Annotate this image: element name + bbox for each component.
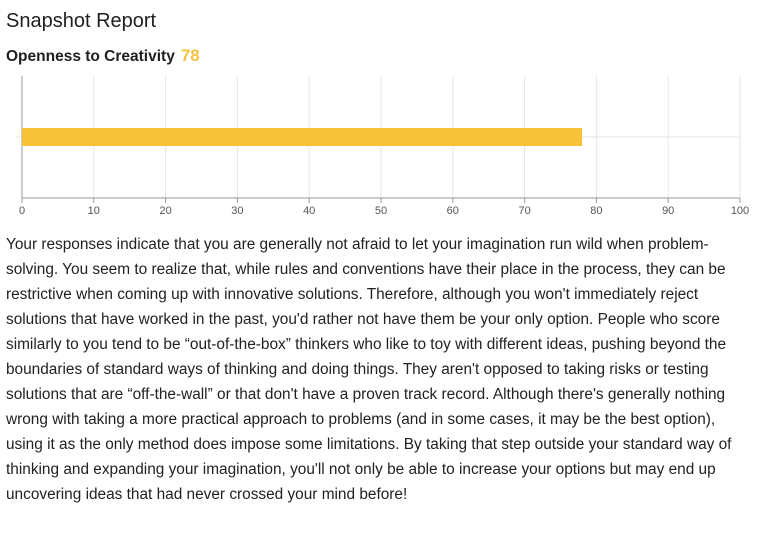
x-tick-label-20: 20 [159,205,171,217]
x-tick-label-50: 50 [375,205,387,217]
x-tick-label-40: 40 [303,205,315,217]
page-title: Snapshot Report [6,10,157,32]
x-tick-label-0: 0 [19,205,25,217]
score-bar-chart: 0 10 20 30 40 50 60 70 80 90 100 [0,70,758,220]
x-tick-label-70: 70 [518,205,530,217]
score-description: Your responses indicate that you are gen… [6,236,732,503]
x-tick-label-90: 90 [662,205,674,217]
bar-0 [22,128,583,146]
metric-label: Openness to Creativity [6,48,175,65]
x-tick-label-60: 60 [447,205,459,217]
chart-canvas: 0 10 20 30 40 50 60 70 80 90 100 [16,76,749,217]
metric-score: 78 [180,46,200,65]
x-tick-label-100: 100 [731,205,749,217]
x-tick-label-10: 10 [88,205,100,217]
x-tick-label-80: 80 [590,205,602,217]
metric-header: Openness to Creativity 78 [6,46,200,66]
x-tick-label-30: 30 [231,205,243,217]
